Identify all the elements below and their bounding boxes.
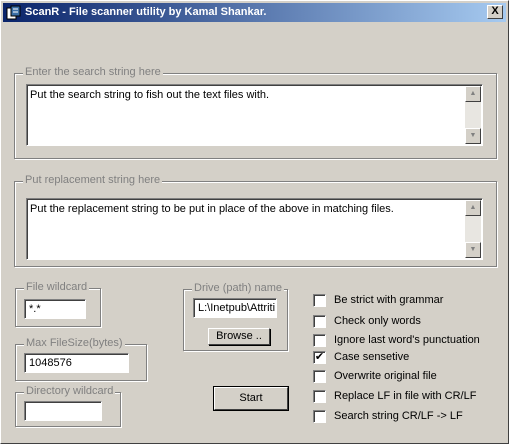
close-icon: X: [491, 5, 499, 17]
file-wildcard-legend: File wildcard: [24, 281, 90, 293]
option-label: Check only words: [334, 315, 421, 327]
drive-group: Drive (path) name L:\Inetpub\Attriti Bro…: [183, 282, 288, 351]
browse-button[interactable]: Browse ..: [208, 328, 270, 345]
app-window: ScanR - File scanner utility by Kamal Sh…: [0, 0, 509, 444]
checkbox[interactable]: [313, 410, 326, 423]
scroll-up-icon[interactable]: ▲: [465, 86, 481, 102]
replace-scrollbar[interactable]: ▲ ▼: [465, 200, 481, 258]
replace-group: Put replacement string here Put the repl…: [14, 174, 497, 267]
option-label: Overwrite original file: [334, 370, 437, 382]
checkbox[interactable]: [313, 390, 326, 403]
checkbox[interactable]: ✔: [313, 351, 326, 364]
search-legend: Enter the search string here: [23, 66, 163, 78]
max-filesize-legend: Max FileSize(bytes): [24, 337, 125, 349]
dir-wildcard-field[interactable]: [24, 401, 102, 421]
dir-wildcard-legend: Directory wildcard: [24, 385, 116, 397]
option-label: Case sensetive: [334, 351, 410, 363]
search-input-text: Put the search string to fish out the te…: [30, 89, 270, 101]
scanner-app-icon: [6, 5, 21, 20]
dir-wildcard-group: Directory wildcard: [15, 385, 121, 427]
option-label: Search string CR/LF -> LF: [334, 410, 463, 422]
search-group: Enter the search string here Put the sea…: [14, 66, 497, 159]
option-label: Replace LF in file with CR/LF: [334, 390, 477, 402]
search-scrollbar[interactable]: ▲ ▼: [465, 86, 481, 144]
drive-legend: Drive (path) name: [192, 282, 285, 294]
window-title: ScanR - File scanner utility by Kamal Sh…: [25, 6, 267, 18]
drive-path-field[interactable]: L:\Inetpub\Attriti: [193, 298, 277, 318]
scroll-up-icon[interactable]: ▲: [465, 200, 481, 216]
max-filesize-field[interactable]: 1048576: [24, 353, 129, 373]
replace-input-text: Put the replacement string to be put in …: [30, 203, 394, 215]
checkmark-icon: ✔: [314, 351, 325, 363]
checkbox[interactable]: [313, 315, 326, 328]
replace-input[interactable]: Put the replacement string to be put in …: [26, 198, 483, 260]
title-bar[interactable]: ScanR - File scanner utility by Kamal Sh…: [3, 3, 506, 22]
start-button[interactable]: Start: [213, 386, 289, 411]
replace-legend: Put replacement string here: [23, 174, 163, 186]
checkbox[interactable]: [313, 294, 326, 307]
close-button[interactable]: X: [487, 5, 503, 19]
checkbox[interactable]: [313, 334, 326, 347]
max-filesize-group: Max FileSize(bytes) 1048576: [15, 337, 147, 381]
checkbox[interactable]: [313, 370, 326, 383]
file-wildcard-field[interactable]: *.*: [24, 299, 86, 319]
option-label: Be strict with grammar: [334, 294, 444, 306]
option-label: Ignore last word's punctuation: [334, 334, 480, 346]
file-wildcard-group: File wildcard *.*: [15, 281, 101, 327]
scroll-down-icon[interactable]: ▼: [465, 242, 481, 258]
scroll-down-icon[interactable]: ▼: [465, 128, 481, 144]
search-input[interactable]: Put the search string to fish out the te…: [26, 84, 483, 146]
